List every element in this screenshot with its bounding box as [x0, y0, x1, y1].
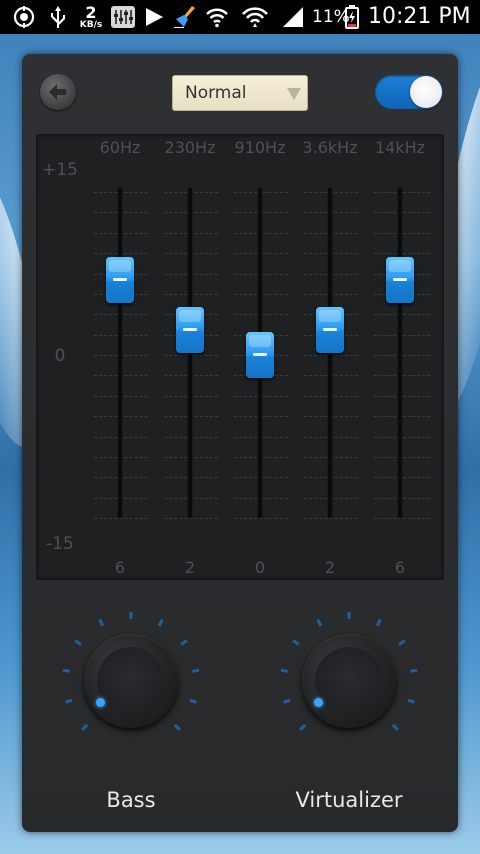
band-slider-thumb[interactable] [176, 307, 204, 353]
knob-tick [391, 723, 399, 731]
target-icon [12, 5, 36, 29]
grid-line [374, 334, 430, 336]
band-slider-thumb[interactable] [106, 257, 134, 304]
knob-tick [180, 639, 188, 646]
grid-line [304, 518, 358, 519]
band-gain-value: 0 [254, 558, 266, 577]
knob-tick [192, 668, 200, 673]
band-slider-track[interactable] [328, 188, 332, 518]
band-freq-label: 230Hz [164, 138, 216, 157]
grid-line [374, 477, 430, 479]
grid-line [374, 192, 430, 193]
grid-line [374, 355, 430, 356]
band-freq-label: 60Hz [99, 138, 141, 157]
grid-line [374, 518, 430, 519]
equalizer-panel: Normal +15 0 -15 60Hz 230Hz 910Hz 3.6kHz… [22, 54, 458, 832]
virtualizer-knob[interactable] [302, 634, 396, 728]
equalizer-power-toggle[interactable] [375, 75, 443, 109]
grid-line [374, 232, 430, 234]
grid-line [374, 497, 430, 499]
toggle-knob [410, 76, 442, 108]
status-bar: 2 KB/s 11% 10:21 PM [0, 0, 480, 34]
knob-tick [173, 723, 181, 731]
knob-tick [81, 723, 89, 731]
knob-tick [62, 668, 70, 673]
band-freq-label: 3.6kHz [302, 138, 358, 157]
grid-line [374, 436, 430, 438]
band-freq-label: 910Hz [234, 138, 286, 157]
grid-line [374, 314, 430, 316]
knob-tick [407, 698, 416, 704]
chevron-down-icon [287, 88, 301, 100]
data-speed-value: 2 [85, 2, 97, 22]
equalizer-graph: +15 0 -15 60Hz 230Hz 910Hz 3.6kHz 14kHz … [36, 134, 444, 580]
knob-tick [299, 723, 307, 731]
band-slider-thumb[interactable] [316, 307, 344, 353]
grid-line [374, 212, 430, 214]
knob-tick [157, 618, 164, 627]
bass-knob-control[interactable] [56, 606, 206, 756]
equalizer-app-icon [110, 5, 136, 29]
data-speed-indicator: 2 KB/s [78, 3, 104, 31]
preset-dropdown[interactable]: Normal [172, 75, 308, 111]
bass-knob-face [97, 647, 165, 715]
band-slider-thumb[interactable] [386, 257, 414, 304]
knob-tick [375, 618, 382, 627]
grid-line [234, 518, 288, 519]
scale-mid-label: 0 [54, 346, 66, 366]
bass-label: Bass [106, 788, 156, 812]
knob-tick [282, 698, 291, 704]
band-gain-value: 6 [394, 558, 406, 577]
band-slider-track[interactable] [188, 188, 192, 518]
usb-icon [48, 5, 68, 29]
knob-tick [316, 618, 323, 627]
clock: 10:21 PM [368, 4, 471, 29]
grid-line [164, 518, 218, 519]
band-freq-label: 14kHz [374, 138, 426, 157]
bass-knob[interactable] [84, 634, 178, 728]
grid-line [94, 518, 148, 519]
knob-tick [410, 668, 418, 673]
back-button[interactable] [40, 74, 76, 110]
wifi-hotspot-icon [240, 5, 270, 29]
virtualizer-knob-indicator [314, 698, 323, 707]
knob-tick [398, 639, 406, 646]
play-icon [142, 5, 166, 29]
virtualizer-knob-face [315, 647, 383, 715]
scale-bottom-label: -15 [46, 534, 74, 554]
virtualizer-label: Virtualizer [295, 788, 403, 812]
band-gain-value: 2 [184, 558, 196, 577]
bass-knob-indicator [96, 698, 105, 707]
knob-tick [98, 618, 105, 627]
virtualizer-knob-control[interactable] [274, 606, 424, 756]
signal-icon [280, 5, 306, 29]
preset-label: Normal [185, 83, 247, 103]
broom-icon [172, 5, 198, 29]
back-arrow-icon [49, 84, 66, 100]
band-slider-thumb[interactable] [246, 332, 274, 378]
grid-line [374, 456, 430, 458]
knob-tick [280, 668, 288, 673]
scale-top-label: +15 [42, 160, 78, 180]
battery-icon [344, 5, 360, 29]
knob-tick [189, 698, 198, 704]
grid-line [374, 253, 430, 255]
band-slider-track[interactable] [118, 188, 122, 518]
band-gain-value: 6 [114, 558, 126, 577]
band-gain-value: 2 [324, 558, 336, 577]
knob-tick [292, 639, 300, 646]
grid-line [374, 416, 430, 418]
grid-line [374, 395, 430, 397]
wifi-icon [204, 5, 230, 29]
data-speed-unit: KB/s [79, 19, 103, 30]
knob-tick [74, 639, 82, 646]
knob-tick [64, 698, 73, 704]
band-slider-track[interactable] [398, 188, 402, 518]
grid-line [374, 375, 430, 377]
